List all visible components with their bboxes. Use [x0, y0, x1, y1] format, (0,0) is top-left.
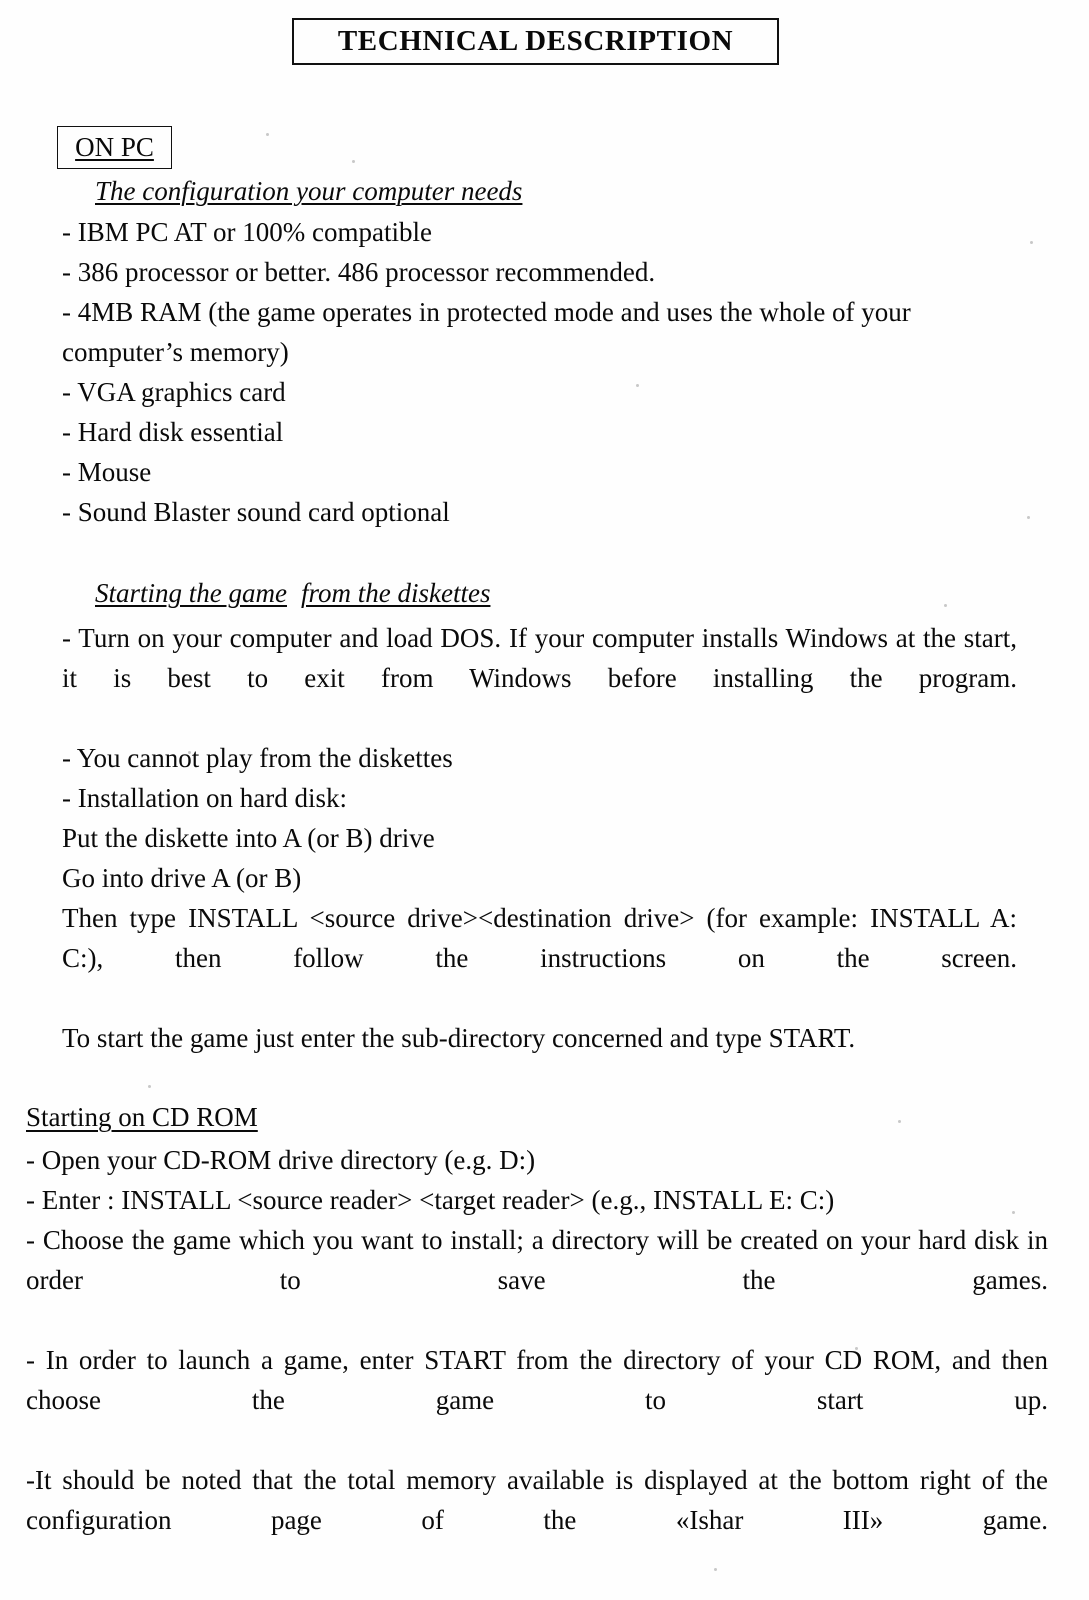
- subheading-starting-part2: from the diskettes: [300, 578, 491, 608]
- document-page: TECHNICAL DESCRIPTION ON PC The configur…: [0, 0, 1089, 1600]
- section-heading-on-pc-box: ON PC: [57, 126, 172, 169]
- scan-speck: [188, 751, 191, 754]
- list-item: - Hard disk essential: [62, 417, 284, 447]
- subheading-configuration-text: The configuration your computer needs: [95, 176, 523, 206]
- list-item: - VGA graphics card: [62, 377, 286, 407]
- scan-speck: [1027, 516, 1030, 519]
- list-item: -It should be noted that the total memor…: [26, 1465, 1048, 1535]
- cd-rom-instructions: - Open your CD-ROM drive directory (e.g.…: [26, 1140, 1048, 1580]
- list-item: - Mouse: [62, 457, 152, 487]
- list-item: - 386 processor or better. 486 processor…: [62, 257, 656, 287]
- scan-speck: [944, 604, 947, 607]
- instruction-line: Put the diskette into A (or B) drive: [62, 823, 435, 853]
- scan-speck: [1030, 241, 1033, 244]
- section-heading-cd-rom-text: Starting on CD ROM: [26, 1102, 258, 1132]
- subheading-starting-from-diskettes: Starting the game from the diskettes: [95, 578, 490, 609]
- list-item: - You cannot play from the diskettes: [62, 743, 453, 773]
- scan-speck: [141, 513, 144, 516]
- list-item: - In order to launch a game, enter START…: [26, 1345, 1048, 1415]
- scan-speck: [636, 384, 639, 387]
- list-item: - 4MB RAM (the game operates in protecte…: [62, 297, 911, 367]
- paragraph: - Turn on your computer and load DOS. If…: [62, 623, 1017, 693]
- scan-speck: [855, 1347, 858, 1350]
- requirements-list: - IBM PC AT or 100% compatible - 386 pro…: [62, 212, 1017, 532]
- list-item: - Enter : INSTALL <source reader> <targe…: [26, 1185, 835, 1215]
- scan-speck: [1012, 1211, 1015, 1214]
- diskette-instructions: - Turn on your computer and load DOS. If…: [62, 618, 1017, 1058]
- list-item: - Open your CD-ROM drive directory (e.g.…: [26, 1145, 536, 1175]
- scan-speck: [898, 1120, 901, 1123]
- scan-speck: [300, 1528, 303, 1531]
- list-item: - IBM PC AT or 100% compatible: [62, 217, 432, 247]
- list-item: - Installation on hard disk:: [62, 783, 347, 813]
- scan-speck: [266, 133, 269, 136]
- scan-speck: [352, 160, 355, 163]
- list-item: - Sound Blaster sound card optional: [62, 497, 450, 527]
- instruction-line: To start the game just enter the sub-dir…: [62, 1023, 856, 1053]
- instruction-line: Go into drive A (or B): [62, 863, 302, 893]
- scan-speck: [148, 1085, 151, 1088]
- list-item: - Choose the game which you want to inst…: [26, 1225, 1048, 1295]
- subheading-configuration: The configuration your computer needs: [95, 176, 522, 207]
- subheading-starting-part1: Starting the game: [95, 578, 287, 608]
- section-heading-cd-rom: Starting on CD ROM: [26, 1102, 258, 1133]
- scan-speck: [714, 1568, 717, 1571]
- page-title-box: TECHNICAL DESCRIPTION: [292, 18, 779, 65]
- page-title: TECHNICAL DESCRIPTION: [337, 25, 734, 57]
- instruction-line: Then type INSTALL <source drive><destina…: [62, 903, 1017, 973]
- section-heading-on-pc: ON PC: [75, 132, 154, 162]
